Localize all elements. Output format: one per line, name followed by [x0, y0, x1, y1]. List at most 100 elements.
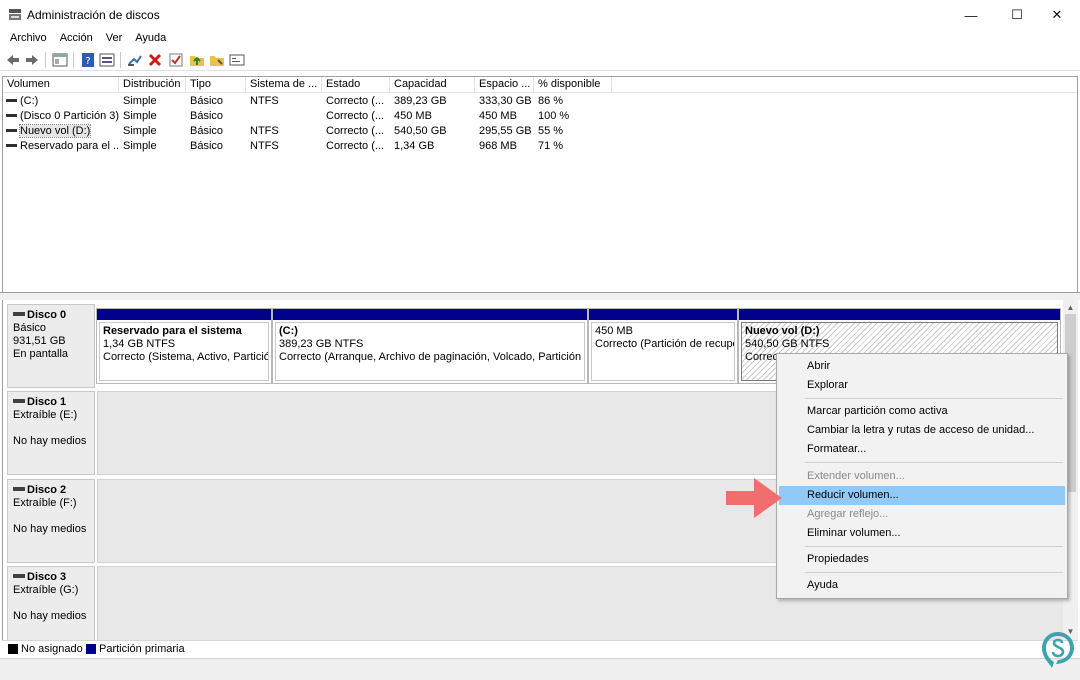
menu-item-eliminar-volumen[interactable]: Eliminar volumen...	[779, 524, 1065, 543]
partition-recovery[interactable]: 450 MB Correcto (Partición de recupe	[588, 308, 738, 384]
menu-item-extender-volumen[interactable]: Extender volumen...	[779, 467, 1065, 486]
partition-size: 450 MB	[595, 325, 633, 337]
forward-arrow-icon[interactable]	[24, 52, 40, 68]
menu-accion[interactable]: Acción	[50, 30, 93, 48]
volume-type: Básico	[190, 140, 224, 152]
pointer-arrow-icon	[726, 478, 782, 518]
volume-name: Nuevo vol (D:)	[18, 124, 92, 138]
back-arrow-icon[interactable]	[5, 52, 21, 68]
column-header-volumen[interactable]: Volumen	[3, 77, 119, 93]
volume-row[interactable]: (C:) Simple Básico NTFS Correcto (... 38…	[3, 94, 1077, 109]
disk-3-info[interactable]: Disco 3 Extraíble (G:) No hay medios	[7, 566, 95, 650]
menu-item-agregar-reflejo[interactable]: Agregar reflejo...	[779, 505, 1065, 524]
disk-view-icon[interactable]	[229, 52, 245, 68]
disk-1-info[interactable]: Disco 1 Extraíble (E:) No hay medios	[7, 391, 95, 475]
properties-icon[interactable]	[99, 52, 115, 68]
disk-status: No hay medios	[13, 610, 87, 622]
volume-row-selected[interactable]: Nuevo vol (D:) Simple Básico NTFS Correc…	[3, 124, 1077, 139]
partition-status: Correcto (Sistema, Activo, Partición	[103, 351, 269, 363]
legend-primary-swatch	[86, 644, 96, 654]
volume-row[interactable]: (Disco 0 Partición 3) Simple Básico Corr…	[3, 109, 1077, 124]
menu-separator	[805, 398, 1063, 399]
scroll-up-icon[interactable]: ▲	[1063, 300, 1078, 315]
volume-list[interactable]: Volumen Distribución Tipo Sistema de ...…	[2, 76, 1078, 292]
volume-free: 333,30 GB	[479, 95, 532, 107]
volume-status: Correcto (...	[326, 95, 385, 107]
console-tree-icon[interactable]	[52, 52, 68, 68]
menu-ayuda[interactable]: Ayuda	[125, 30, 166, 48]
check-icon[interactable]	[168, 52, 184, 68]
volume-fs: NTFS	[250, 140, 279, 152]
volume-capacity: 450 MB	[394, 110, 432, 122]
volume-percent: 100 %	[538, 110, 570, 122]
disk-spacer	[13, 510, 94, 523]
menu-item-reducir-volumen[interactable]: Reducir volumen...	[779, 486, 1065, 505]
menu-item-marcar-activa[interactable]: Marcar partición como activa	[779, 402, 1065, 421]
disk-spacer	[13, 422, 94, 435]
menu-item-cambiar-letra[interactable]: Cambiar la letra y rutas de acceso de un…	[779, 421, 1065, 440]
partition-c[interactable]: (C:) 389,23 GB NTFS Correcto (Arranque, …	[272, 308, 588, 384]
volume-free: 450 MB	[479, 110, 517, 122]
column-header-estado[interactable]: Estado	[322, 77, 390, 93]
legend-primary-label: Partición primaria	[99, 643, 185, 655]
menu-item-ayuda[interactable]: Ayuda	[779, 576, 1065, 595]
menu-item-formatear[interactable]: Formatear...	[779, 440, 1065, 459]
disk-name: Disco 1	[27, 396, 67, 408]
column-header-distribucion[interactable]: Distribución	[119, 77, 186, 93]
partition-system-reserved[interactable]: Reservado para el sistema 1,34 GB NTFS C…	[96, 308, 272, 384]
disk-type: Extraíble (F:)	[13, 497, 77, 509]
menu-ver[interactable]: Ver	[96, 30, 123, 48]
volume-status: Correcto (...	[326, 125, 385, 137]
partition-size: 389,23 GB NTFS	[279, 338, 364, 350]
volume-status: Correcto (...	[326, 110, 385, 122]
status-bar	[0, 658, 1080, 680]
volume-row[interactable]: Reservado para el ... Simple Básico NTFS…	[3, 139, 1077, 154]
menu-item-propiedades[interactable]: Propiedades	[779, 550, 1065, 569]
partition-status: Correcto (Arranque, Archivo de paginació…	[279, 351, 585, 363]
disk-2-info[interactable]: Disco 2 Extraíble (F:) No hay medios	[7, 479, 95, 563]
volume-icon	[6, 128, 17, 132]
toolbar-separator	[73, 52, 74, 68]
menu-bar: Archivo Acción Ver Ayuda	[0, 30, 1080, 48]
close-button[interactable]: ✕	[1034, 0, 1080, 30]
disk-spacer	[13, 597, 94, 610]
disk-icon	[13, 312, 25, 317]
disk-management-app-icon	[9, 9, 21, 20]
rescan-folder-icon[interactable]	[209, 52, 225, 68]
menu-archivo[interactable]: Archivo	[0, 30, 47, 48]
volume-type: Básico	[190, 125, 224, 137]
connect-icon[interactable]	[127, 52, 143, 68]
help-icon[interactable]: ?	[80, 52, 96, 68]
volume-layout: Simple	[123, 110, 157, 122]
import-folder-icon[interactable]	[189, 52, 205, 68]
legend-unallocated-label: No asignado	[21, 643, 83, 655]
legend-unallocated-swatch	[8, 644, 18, 654]
partition-title: Reservado para el sistema	[103, 325, 242, 337]
menu-item-abrir[interactable]: Abrir	[779, 357, 1065, 376]
column-header-espacio[interactable]: Espacio ...	[475, 77, 534, 93]
disk-0-info[interactable]: Disco 0 Básico 931,51 GB En pantalla	[7, 304, 95, 388]
disk-status: No hay medios	[13, 435, 87, 447]
minimize-button[interactable]: —	[948, 0, 994, 30]
volume-name: (C:)	[20, 95, 39, 107]
volume-capacity: 1,34 GB	[394, 140, 435, 152]
menu-item-explorar[interactable]: Explorar	[779, 376, 1065, 395]
toolbar-separator	[120, 52, 121, 68]
partition-primary-bar	[97, 309, 271, 320]
volume-icon	[6, 143, 17, 147]
pane-splitter[interactable]	[0, 292, 1080, 300]
disk-type: Extraíble (E:)	[13, 409, 78, 421]
partition-size: 1,34 GB NTFS	[103, 338, 176, 350]
column-header-tipo[interactable]: Tipo	[186, 77, 246, 93]
volume-free: 295,55 GB	[479, 125, 532, 137]
column-header-capacidad[interactable]: Capacidad	[390, 77, 475, 93]
column-header-porcentaje[interactable]: % disponible	[534, 77, 612, 93]
column-header-sistema[interactable]: Sistema de ...	[246, 77, 322, 93]
watermark-logo-icon	[1042, 632, 1074, 668]
menu-separator	[805, 572, 1063, 573]
disk-type: Básico	[13, 322, 47, 334]
delete-icon[interactable]	[147, 52, 163, 68]
legend: No asignado Partición primaria	[2, 640, 1078, 657]
volume-name: Reservado para el ...	[20, 140, 119, 152]
context-menu: Abrir Explorar Marcar partición como act…	[776, 353, 1068, 599]
